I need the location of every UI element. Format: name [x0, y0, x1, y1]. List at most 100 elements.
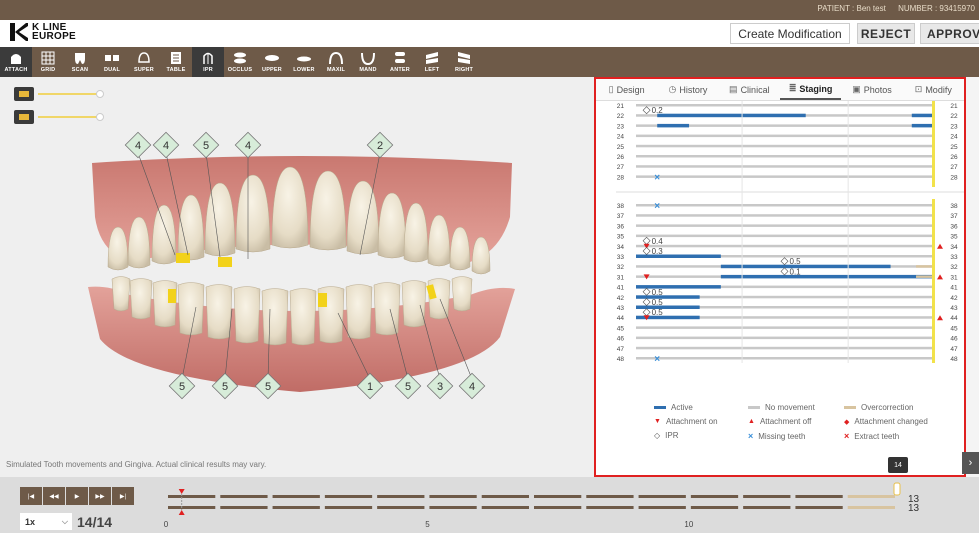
timeline-segment[interactable] [743, 495, 791, 498]
create-modification-button[interactable]: Create Modification [730, 23, 850, 44]
tab-photos[interactable]: ▣ Photos [841, 79, 902, 100]
timeline-segment[interactable] [847, 495, 895, 498]
timeline-segment[interactable] [586, 506, 634, 509]
staging-row-42[interactable]: 42 42 0.5 [617, 288, 958, 302]
timeline-segment[interactable] [220, 506, 268, 509]
ipr-marker[interactable]: 3 [426, 372, 454, 400]
lower-tooth[interactable] [129, 278, 153, 320]
timeline-segment[interactable] [795, 495, 843, 498]
timeline-segment[interactable] [168, 495, 216, 498]
lower-tooth[interactable] [451, 276, 473, 312]
ipr-marker[interactable]: 2 [366, 131, 394, 159]
tab-clinical[interactable]: ▤ Clinical [719, 79, 780, 100]
staging-chart[interactable]: 21 2122 220.223 2324 2425 2526 2627 2728 28×38 38… [596, 101, 964, 401]
timeline-segment[interactable] [795, 506, 843, 509]
staging-row-33[interactable]: 33 33 0.3 [617, 247, 958, 261]
staging-row-27[interactable]: 27 27 [617, 164, 958, 171]
timeline-segment[interactable] [168, 506, 216, 509]
staging-row-37[interactable]: 37 37 [617, 213, 958, 220]
stage-track[interactable]: 0 5 101313 [0, 477, 979, 533]
timeline-segment[interactable] [324, 506, 373, 509]
staging-row-48[interactable]: 48 48 × [617, 354, 958, 365]
tool-scan[interactable]: SCAN [64, 47, 96, 77]
timeline-segment[interactable] [638, 506, 686, 509]
staging-row-36[interactable]: 36 36 [617, 223, 958, 230]
ipr-marker[interactable]: 4 [458, 372, 486, 400]
timeline-segment[interactable] [429, 495, 477, 498]
tool-mand[interactable]: MAND [352, 47, 384, 77]
lower-tooth[interactable] [261, 288, 289, 346]
tab-history[interactable]: ◷ History [657, 79, 718, 100]
tool-maxil[interactable]: MAXIL [320, 47, 352, 77]
staging-row-21[interactable]: 21 21 [617, 103, 958, 110]
tool-right[interactable]: RIGHT [448, 47, 480, 77]
timeline-segment[interactable] [534, 506, 582, 509]
staging-row-45[interactable]: 45 45 [617, 325, 958, 332]
stage-handle[interactable] [893, 482, 901, 496]
tool-table[interactable]: TABLE [160, 47, 192, 77]
tool-occlus[interactable]: OCCLUS [224, 47, 256, 77]
ipr-marker[interactable]: 5 [192, 131, 220, 159]
lower-tooth[interactable] [401, 280, 427, 328]
lower-tooth[interactable] [177, 282, 205, 336]
staging-row-38[interactable]: 38 38 × [617, 201, 958, 212]
timeline-segment[interactable] [481, 495, 529, 498]
staging-row-47[interactable]: 47 47 [617, 346, 958, 353]
ipr-marker[interactable]: 4 [234, 131, 262, 159]
tool-left[interactable]: LEFT [416, 47, 448, 77]
teeth-model[interactable]: 4 4 5 4 2 5 5 5 1 5 3 4 [0, 77, 594, 477]
model-viewer[interactable]: 4 4 5 4 2 5 5 5 1 5 3 4 Simulated Tooth movements … [0, 77, 594, 477]
tab-design[interactable]: ▯ Design [596, 79, 657, 100]
approve-button[interactable]: APPROVE [920, 23, 979, 44]
staging-row-44[interactable]: 44 44 0.5 [617, 308, 958, 322]
tool-ipr[interactable]: IPR [192, 47, 224, 77]
timeline-segment[interactable] [638, 495, 686, 498]
tool-anter[interactable]: ANTER [384, 47, 416, 77]
staging-row-22[interactable]: 22 22 0.2 [617, 106, 958, 120]
lower-tooth[interactable] [233, 286, 261, 344]
tool-super[interactable]: SUPER [128, 47, 160, 77]
staging-row-43[interactable]: 43 43 0.5 [617, 298, 958, 312]
tool-upper[interactable]: UPPER [256, 47, 288, 77]
staging-row-46[interactable]: 46 46 [617, 336, 958, 343]
timeline-segment[interactable] [847, 506, 895, 509]
staging-row-25[interactable]: 25 25 [617, 144, 958, 151]
timeline-segment[interactable] [690, 495, 739, 498]
panel-expand-arrow-icon[interactable]: › [962, 452, 979, 474]
staging-row-32[interactable]: 32 32 0.5 [617, 257, 958, 271]
lower-tooth[interactable] [345, 284, 373, 340]
lower-tooth[interactable] [373, 282, 401, 336]
lower-tooth[interactable] [289, 288, 317, 346]
ipr-marker[interactable]: 4 [152, 131, 180, 159]
lower-tooth[interactable] [111, 276, 131, 312]
staging-row-31[interactable]: 31 31 0.1 [617, 267, 958, 281]
panel-scrollbar[interactable] [966, 77, 979, 477]
staging-row-24[interactable]: 24 24 [617, 134, 958, 141]
timeline-segment[interactable] [586, 495, 634, 498]
timeline-segment[interactable] [377, 495, 425, 498]
lower-tooth[interactable] [152, 280, 178, 328]
timeline-segment[interactable] [743, 506, 791, 509]
ipr-marker[interactable]: 4 [124, 131, 152, 159]
staging-row-35[interactable]: 35 35 [617, 234, 958, 241]
timeline-segment[interactable] [481, 506, 529, 509]
timeline-segment[interactable] [272, 495, 320, 498]
tool-dual[interactable]: DUAL [96, 47, 128, 77]
tab-modify[interactable]: ⊡ Modify [903, 79, 964, 100]
tab-staging[interactable]: ≣ Staging [779, 79, 842, 100]
staging-row-41[interactable]: 41 41 [617, 285, 958, 292]
timeline-segment[interactable] [377, 506, 425, 509]
staging-row-28[interactable]: 28 28 × [617, 172, 958, 183]
staging-row-34[interactable]: 34 34 0.4 [617, 237, 958, 251]
staging-row-23[interactable]: 23 23 [617, 123, 958, 130]
timeline-segment[interactable] [272, 506, 320, 509]
lower-tooth[interactable] [205, 284, 233, 340]
tool-attach[interactable]: ATTACH [0, 47, 32, 77]
tool-lower[interactable]: LOWER [288, 47, 320, 77]
timeline-segment[interactable] [429, 506, 477, 509]
timeline-segment[interactable] [690, 506, 739, 509]
timeline-segment[interactable] [324, 495, 373, 498]
timeline-segment[interactable] [534, 495, 582, 498]
tool-grid[interactable]: GRID [32, 47, 64, 77]
reject-button[interactable]: REJECT [857, 23, 915, 44]
